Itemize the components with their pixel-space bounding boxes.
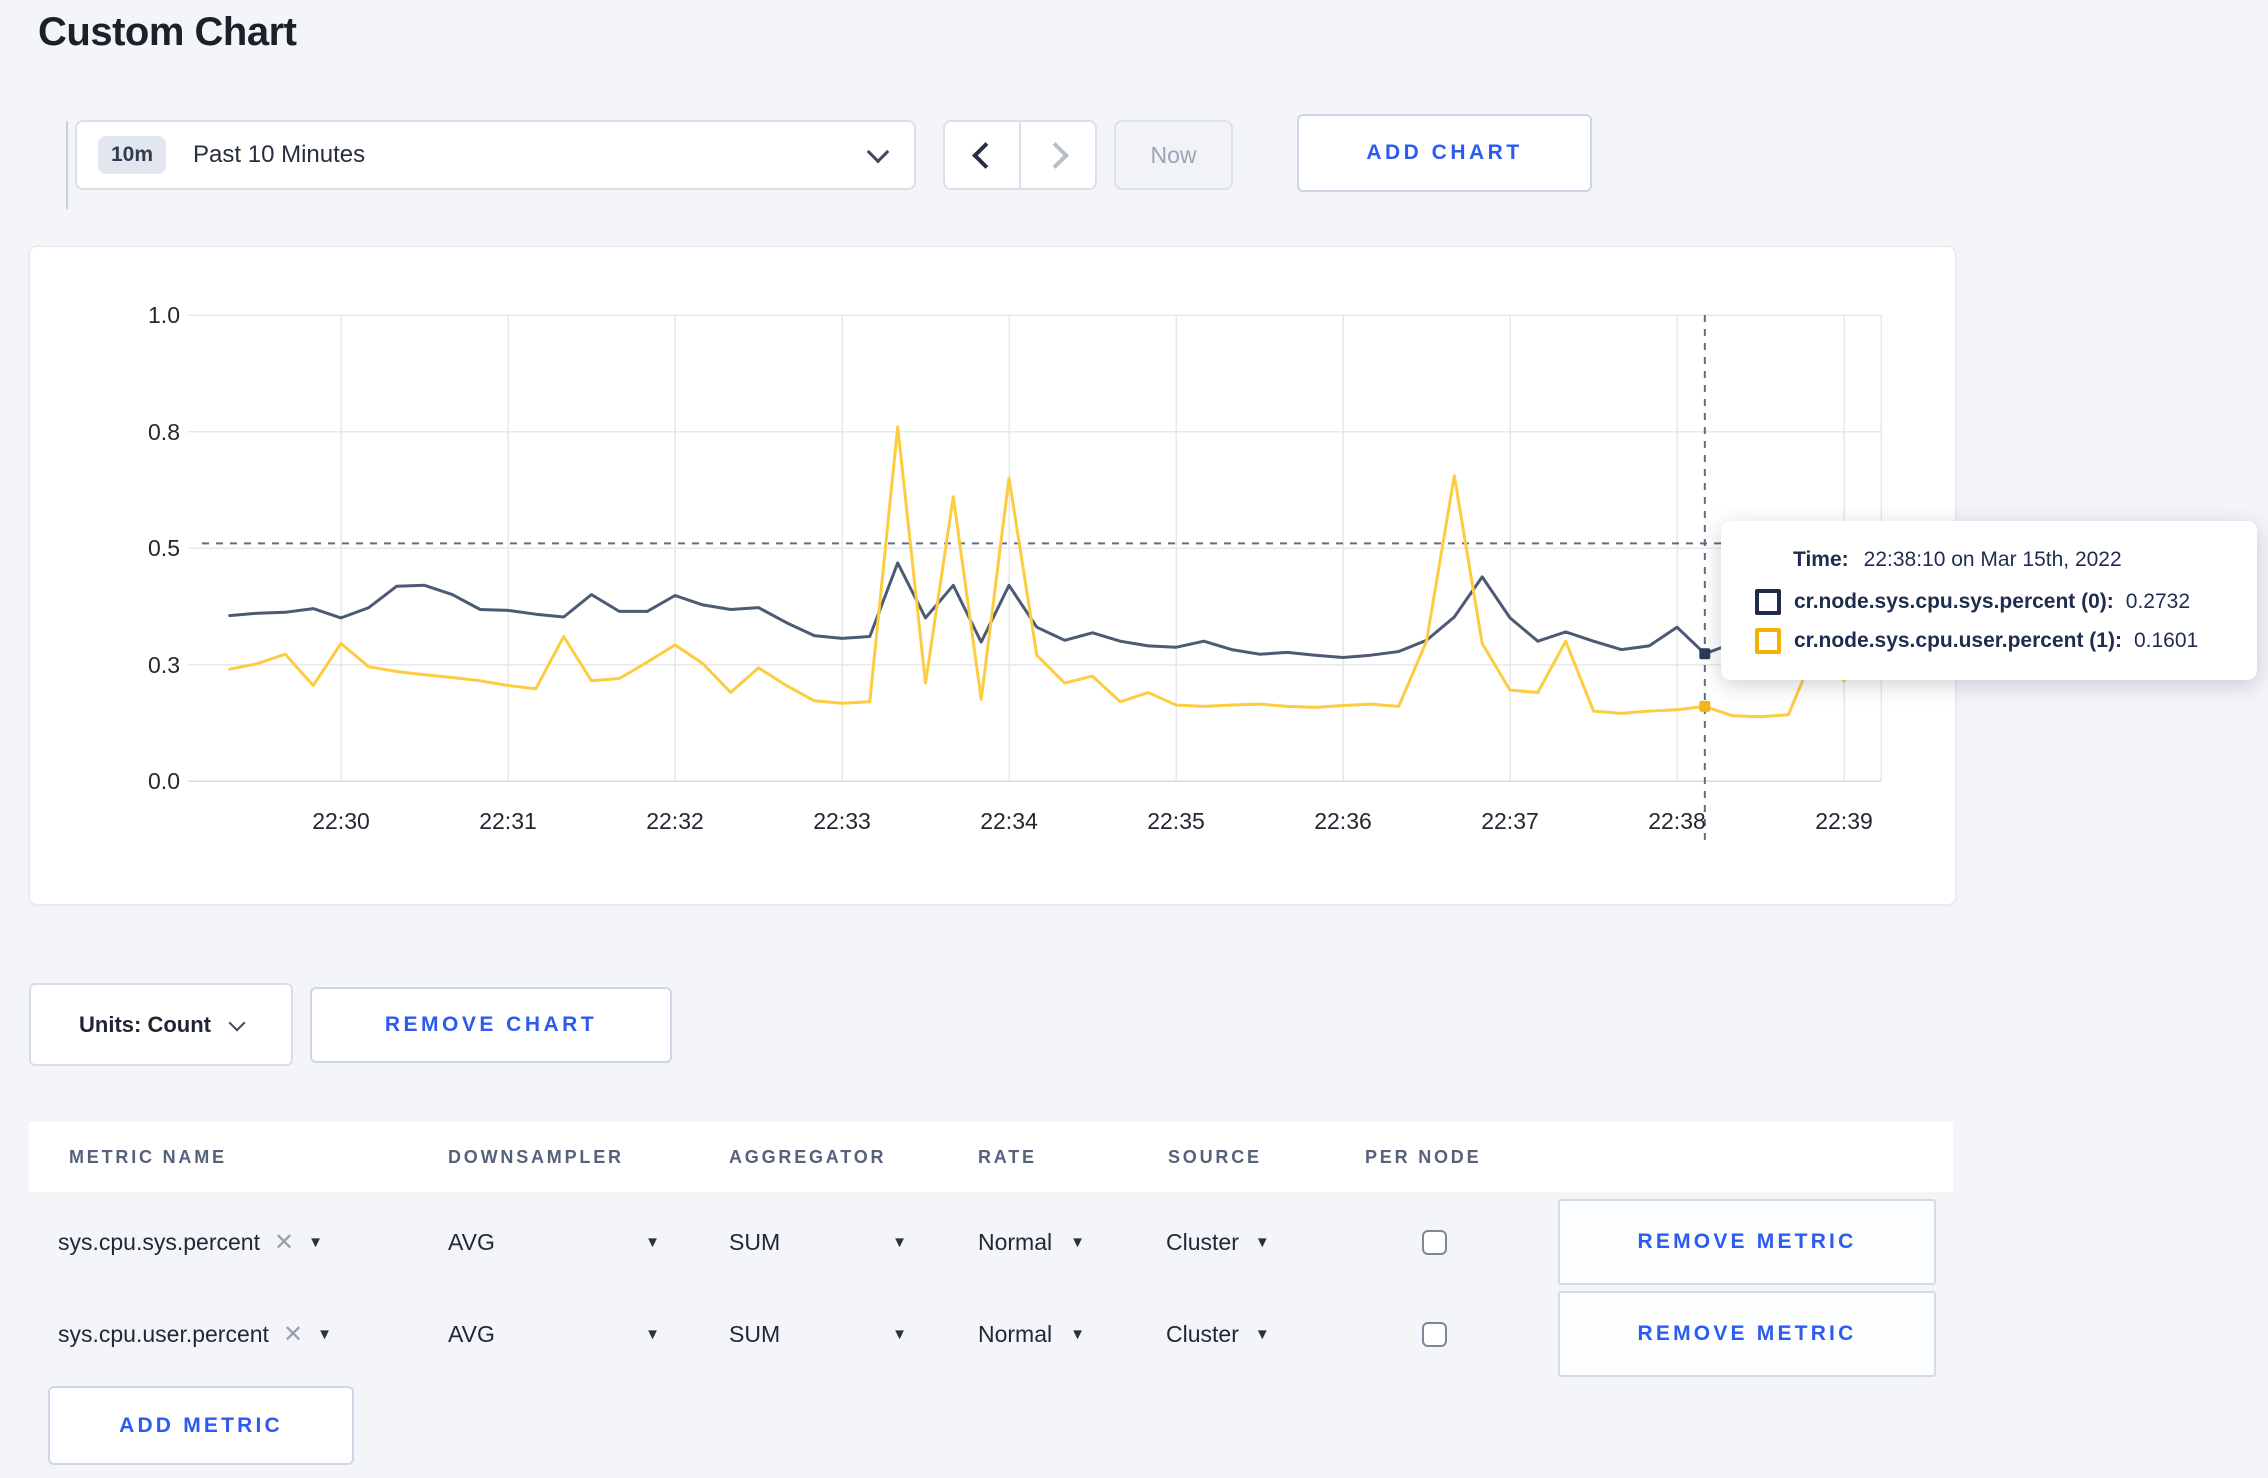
remove-metric-button[interactable]: REMOVE METRIC — [1558, 1199, 1936, 1285]
x-tick-label: 22:34 — [980, 808, 1038, 834]
caret-down-icon: ▼ — [1254, 1325, 1270, 1343]
rate-select[interactable]: Normal ▼ — [978, 1199, 1085, 1285]
remove-metric-button[interactable]: REMOVE METRIC — [1558, 1291, 1936, 1377]
metrics-table-header: METRIC NAME DOWNSAMPLER AGGREGATOR RATE … — [29, 1122, 1953, 1192]
column-header-source: SOURCE — [1168, 1147, 1262, 1167]
clear-metric-icon[interactable]: ✕ — [283, 1320, 303, 1349]
x-tick-label: 22:30 — [312, 808, 370, 834]
add-chart-button[interactable]: ADD CHART — [1297, 114, 1592, 192]
series-user-swatch-icon — [1755, 628, 1781, 654]
caret-down-icon: ▼ — [645, 1233, 660, 1251]
chevron-left-icon — [971, 141, 999, 169]
series-line-1 — [228, 425, 1874, 719]
chevron-down-icon — [866, 140, 890, 164]
remove-chart-button[interactable]: REMOVE CHART — [310, 987, 672, 1063]
source-select[interactable]: Cluster ▼ — [1166, 1199, 1270, 1285]
metric-name-value: sys.cpu.user.percent — [58, 1320, 269, 1347]
units-dropdown[interactable]: Units: Count — [29, 983, 293, 1066]
caret-down-icon: ▼ — [1070, 1325, 1085, 1343]
x-tick-label: 22:38 — [1648, 808, 1706, 834]
per-node-cell — [1422, 1199, 1447, 1285]
series-line-0 — [228, 561, 1874, 659]
toolbar-divider — [66, 121, 68, 209]
series-sys-swatch-icon — [1755, 589, 1781, 615]
time-nav-group — [943, 120, 1097, 190]
rate-value: Normal — [978, 1228, 1053, 1255]
source-value: Cluster — [1166, 1320, 1239, 1347]
caret-down-icon: ▼ — [1070, 1233, 1085, 1251]
column-header-rate: RATE — [978, 1147, 1037, 1167]
y-tick-label: 0.3 — [148, 651, 180, 678]
tooltip-series-label: cr.node.sys.cpu.sys.percent (0): — [1794, 590, 2114, 613]
clear-metric-icon[interactable]: ✕ — [274, 1228, 294, 1257]
y-tick-label: 1.0 — [148, 302, 180, 328]
caret-down-icon: ▼ — [892, 1325, 907, 1343]
x-tick-label: 22:37 — [1481, 808, 1539, 834]
column-header-per-node: PER NODE — [1365, 1147, 1482, 1167]
caret-down-icon: ▼ — [645, 1325, 660, 1343]
rate-select[interactable]: Normal ▼ — [978, 1291, 1085, 1377]
downsampler-select[interactable]: AVG ▼ — [448, 1199, 660, 1285]
tooltip-time-row: Time: 22:38:10 on Mar 15th, 2022 — [1793, 548, 2257, 572]
caret-down-icon: ▼ — [1254, 1233, 1270, 1251]
time-range-dropdown[interactable]: 10m Past 10 Minutes — [75, 120, 916, 190]
time-range-label: Past 10 Minutes — [193, 141, 366, 168]
tooltip-time-value: 22:38:10 on Mar 15th, 2022 — [1863, 548, 2122, 571]
column-header-metric-name: METRIC NAME — [69, 1147, 227, 1167]
tooltip-time-label: Time: — [1793, 548, 1849, 571]
x-tick-label: 22:31 — [479, 808, 537, 834]
metric-name-select[interactable]: sys.cpu.user.percent ✕ ▼ — [58, 1291, 332, 1377]
chart-tooltip: Time: 22:38:10 on Mar 15th, 2022 cr.node… — [1721, 521, 2257, 680]
column-header-downsampler: DOWNSAMPLER — [448, 1147, 624, 1167]
source-select[interactable]: Cluster ▼ — [1166, 1291, 1270, 1377]
aggregator-select[interactable]: SUM ▼ — [729, 1291, 907, 1377]
x-tick-label: 22:33 — [813, 808, 871, 834]
chevron-down-icon — [228, 1014, 246, 1031]
tooltip-series-value: 0.1601 — [2133, 629, 2199, 652]
units-dropdown-label: Units: Count — [79, 1011, 211, 1037]
downsampler-value: AVG — [448, 1228, 495, 1255]
time-range-badge: 10m — [98, 136, 167, 174]
next-time-button[interactable] — [1019, 120, 1097, 190]
caret-down-icon: ▼ — [317, 1325, 332, 1343]
aggregator-value: SUM — [729, 1320, 781, 1347]
add-metric-button[interactable]: ADD METRIC — [48, 1386, 354, 1465]
caret-down-icon: ▼ — [892, 1233, 907, 1251]
caret-down-icon: ▼ — [308, 1233, 323, 1251]
downsampler-value: AVG — [448, 1320, 495, 1347]
x-tick-label: 22:35 — [1147, 808, 1205, 834]
per-node-checkbox[interactable] — [1422, 1321, 1447, 1347]
x-tick-label: 22:32 — [646, 808, 704, 834]
page-title: Custom Chart — [38, 10, 297, 54]
downsampler-select[interactable]: AVG ▼ — [448, 1291, 660, 1377]
per-node-checkbox[interactable] — [1422, 1229, 1447, 1255]
prev-time-button[interactable] — [943, 120, 1021, 190]
chevron-right-icon — [1041, 141, 1069, 169]
y-tick-label: 0.5 — [148, 535, 180, 561]
metric-name-value: sys.cpu.sys.percent — [58, 1228, 260, 1255]
x-tick-label: 22:36 — [1314, 808, 1372, 834]
y-tick-label: 0.8 — [148, 418, 180, 445]
tooltip-series-row: cr.node.sys.cpu.user.percent (1): 0.1601 — [1755, 628, 2257, 654]
custom-chart-page: Custom Chart 10m Past 10 Minutes Now ADD… — [0, 0, 2268, 1478]
chart-card: 0.0 0.3 0.5 0.8 1.0 22:30 22:31 22:32 22:33 22:3… — [29, 246, 1956, 905]
column-header-aggregator: AGGREGATOR — [729, 1147, 887, 1167]
now-button[interactable]: Now — [1114, 120, 1233, 190]
x-tick-label: 22:39 — [1815, 808, 1873, 834]
aggregator-select[interactable]: SUM ▼ — [729, 1199, 907, 1285]
source-value: Cluster — [1166, 1228, 1239, 1255]
per-node-cell — [1422, 1291, 1447, 1377]
aggregator-value: SUM — [729, 1228, 781, 1255]
y-tick-label: 0.0 — [148, 768, 180, 794]
tooltip-series-row: cr.node.sys.cpu.sys.percent (0): 0.2732 — [1755, 589, 2257, 615]
metric-name-select[interactable]: sys.cpu.sys.percent ✕ ▼ — [58, 1199, 323, 1285]
rate-value: Normal — [978, 1320, 1053, 1347]
tooltip-series-label: cr.node.sys.cpu.user.percent (1): — [1794, 629, 2122, 652]
tooltip-series-value: 0.2732 — [2125, 590, 2191, 613]
